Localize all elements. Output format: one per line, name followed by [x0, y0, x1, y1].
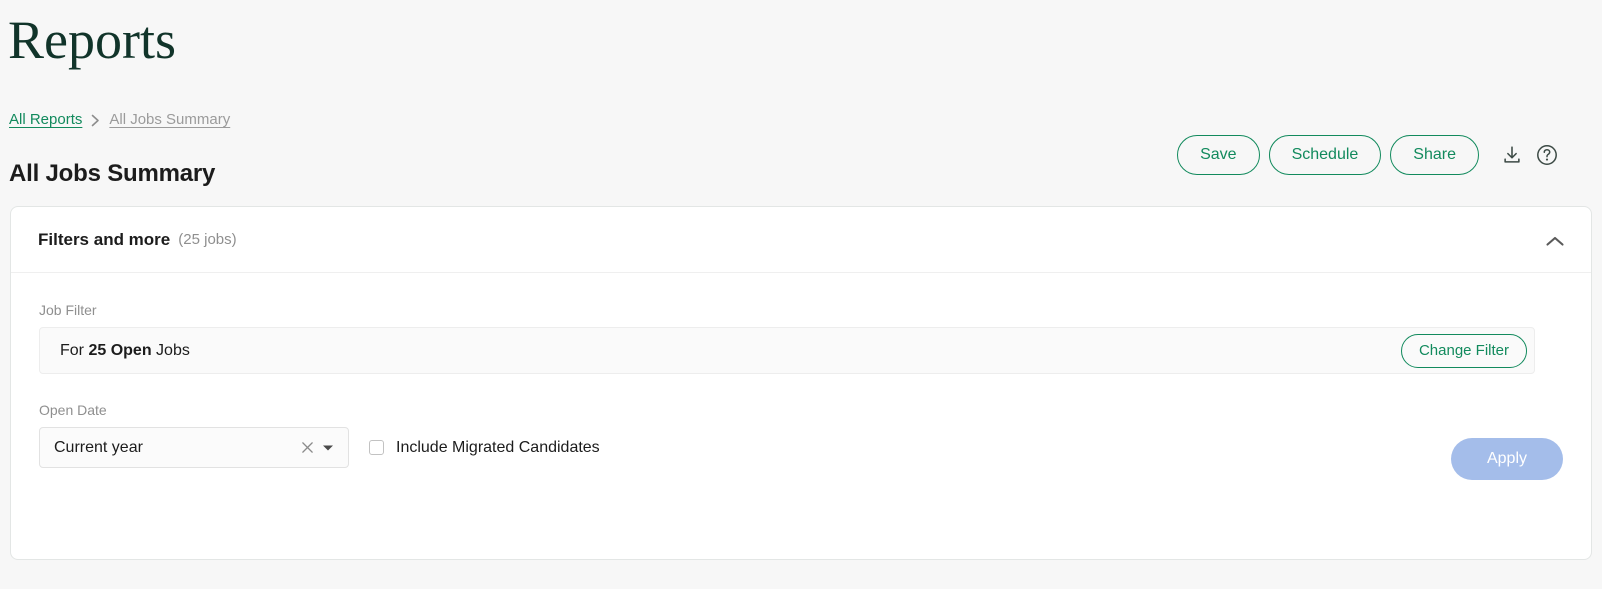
apply-row: Apply — [1451, 438, 1563, 480]
chevron-up-icon[interactable] — [1541, 227, 1569, 255]
filters-card-title: Filters and more — [38, 229, 171, 249]
job-filter-group: Job Filter For 25 Open Jobs Change Filte… — [39, 301, 1563, 374]
open-date-label: Open Date — [39, 402, 107, 418]
reports-page: Reports All Reports All Jobs Summary All… — [0, 0, 1602, 589]
header-actions: Save Schedule Share — [1177, 135, 1560, 175]
app-title: Reports — [8, 10, 176, 70]
filters-card: Filters and more (25 jobs) Job Filter Fo… — [10, 206, 1592, 560]
job-filter-summary: For 25 Open Jobs — [60, 342, 190, 360]
include-migrated-candidates-row[interactable]: Include Migrated Candidates — [369, 439, 600, 457]
open-date-selected-value: Current year — [54, 438, 143, 456]
chevron-down-icon[interactable] — [317, 438, 339, 458]
breadcrumb-current-all-jobs-summary: All Jobs Summary — [109, 111, 231, 128]
breadcrumb-separator-icon — [91, 114, 100, 127]
filters-card-count: (25 jobs) — [178, 231, 237, 248]
open-date-group: Open Date Current year Include Migrated … — [39, 401, 1563, 468]
job-filter-emphasis: 25 Open — [88, 341, 152, 359]
job-filter-label: Job Filter — [39, 302, 97, 318]
breadcrumb-link-all-reports[interactable]: All Reports — [9, 110, 82, 130]
apply-button[interactable]: Apply — [1451, 438, 1563, 480]
close-icon[interactable] — [297, 438, 317, 458]
save-button[interactable]: Save — [1177, 135, 1260, 175]
change-filter-button[interactable]: Change Filter — [1400, 333, 1527, 368]
open-date-select[interactable]: Current year — [39, 427, 349, 468]
filters-card-body: Job Filter For 25 Open Jobs Change Filte… — [11, 273, 1591, 480]
page-title: All Jobs Summary — [9, 160, 216, 188]
open-date-row: Current year Include Migrated Candidates — [39, 427, 1563, 468]
include-migrated-candidates-label: Include Migrated Candidates — [396, 438, 600, 456]
job-filter-suffix: Jobs — [156, 341, 190, 359]
include-migrated-candidates-checkbox[interactable] — [369, 440, 384, 455]
share-button[interactable]: Share — [1390, 135, 1479, 175]
job-filter-prefix: For — [60, 341, 84, 359]
download-icon[interactable] — [1499, 142, 1525, 168]
filters-card-header: Filters and more (25 jobs) — [11, 207, 1591, 273]
breadcrumb: All Reports All Jobs Summary — [9, 110, 230, 130]
schedule-button[interactable]: Schedule — [1268, 135, 1382, 175]
help-circle-icon[interactable] — [1534, 142, 1560, 168]
job-filter-row: For 25 Open Jobs Change Filter — [39, 327, 1535, 374]
